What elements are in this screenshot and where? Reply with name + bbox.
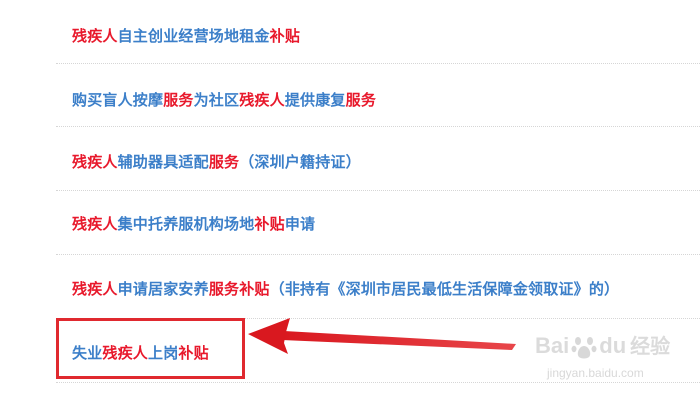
- list-divider: [56, 126, 700, 127]
- link-5-seg-4: （非持有《深圳市居民最低生活保障金领取证》的）: [269, 280, 620, 298]
- link-2-seg-3: 为社区: [193, 91, 240, 109]
- link-item-4[interactable]: 残疾人集中托养服机构场地补贴申请: [72, 212, 692, 236]
- list-divider: [56, 254, 700, 255]
- link-2-seg-5: 提供康复: [284, 91, 346, 109]
- link-item-6[interactable]: 失业残疾人上岗补贴: [72, 341, 242, 365]
- list-divider: [56, 318, 700, 319]
- link-item-3[interactable]: 残疾人辅助器具适配服务（深圳户籍持证）: [72, 150, 692, 174]
- link-item-2[interactable]: 购买盲人按摩服务为社区残疾人提供康复服务: [72, 88, 692, 112]
- link-3-seg-3: 服务: [208, 153, 240, 171]
- list-divider: [56, 63, 700, 64]
- screenshot-root: 残疾人自主创业经营场地租金补贴 购买盲人按摩服务为社区残疾人提供康复服务 残疾人…: [0, 0, 700, 400]
- link-3-seg-2: 辅助器具适配: [117, 153, 209, 171]
- link-3-seg-1: 残疾人: [72, 153, 118, 171]
- link-4-seg-1: 残疾人: [72, 215, 118, 233]
- link-1-seg-1: 残疾人: [72, 27, 118, 45]
- link-item-5[interactable]: 残疾人申请居家安养服务补贴（非持有《深圳市居民最低生活保障金领取证》的）: [72, 277, 692, 301]
- link-2-seg-6: 服务: [345, 91, 377, 109]
- link-2-seg-1: 购买盲人按摩: [72, 91, 164, 109]
- list-divider: [56, 190, 700, 191]
- link-6-seg-1: 失业: [72, 344, 103, 362]
- link-5-seg-1: 残疾人: [72, 280, 118, 298]
- link-6-seg-4: 补贴: [178, 344, 209, 362]
- link-4-seg-4: 申请: [284, 215, 316, 233]
- link-5-seg-2: 申请居家安养: [117, 280, 209, 298]
- link-5-seg-3: 服务补贴: [208, 280, 270, 298]
- link-3-seg-4: （深圳户籍持证）: [239, 153, 361, 171]
- link-item-1[interactable]: 残疾人自主创业经营场地租金补贴: [72, 24, 692, 48]
- link-6-seg-3: 上岗: [148, 344, 179, 362]
- link-1-seg-2: 自主创业经营场地租金: [117, 27, 270, 45]
- link-2-seg-2: 服务: [163, 91, 194, 109]
- service-link-list: 残疾人自主创业经营场地租金补贴 购买盲人按摩服务为社区残疾人提供康复服务 残疾人…: [0, 0, 700, 400]
- list-divider: [56, 382, 700, 383]
- link-4-seg-2: 集中托养服机构场地: [117, 215, 255, 233]
- link-4-seg-3: 补贴: [254, 215, 285, 233]
- link-2-seg-4: 残疾人: [239, 91, 285, 109]
- link-1-seg-3: 补贴: [269, 27, 301, 45]
- link-6-seg-2: 残疾人: [102, 344, 149, 362]
